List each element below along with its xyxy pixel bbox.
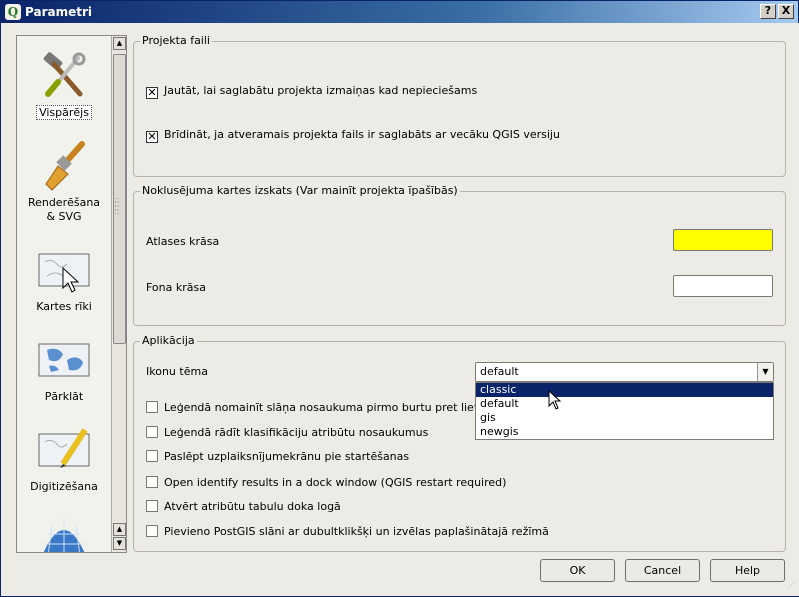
warn-older-version-checkbox[interactable]: ✕ Brīdināt, ja atveramais projekta fails … — [146, 128, 560, 144]
background-color-button[interactable] — [673, 275, 773, 297]
checkbox-label: Leģendā rādīt klasifikāciju atribūtu nos… — [164, 426, 429, 439]
dialog-content: Vispārējs Renderēšana & SVG Kartes rīki … — [2, 23, 799, 596]
attribute-table-dock-checkbox[interactable]: Atvērt atribūtu tabulu doka logā — [146, 500, 341, 516]
checkbox-label: Atvērt atribūtu tabulu doka logā — [164, 500, 341, 513]
scroll-up-button[interactable]: ▲ — [113, 37, 126, 50]
icon-theme-label: Ikonu tēma — [146, 365, 208, 378]
sidebar-item-general[interactable]: Vispārējs — [17, 50, 111, 120]
checkbox[interactable] — [146, 401, 158, 413]
hide-splash-checkbox[interactable]: Paslēpt uzplaiksnījumekrānu pie startēša… — [146, 450, 409, 466]
checkbox-label: Pievieno PostGIS slāni ar dubultklikšķi … — [164, 525, 549, 538]
checkbox-label: Jautāt, lai saglabātu projekta izmaiņas … — [164, 84, 478, 97]
category-panel: Vispārējs Renderēšana & SVG Kartes rīki … — [16, 35, 127, 553]
selection-color-label: Atlases krāsa — [146, 235, 220, 248]
sidebar-item-label: Vispārējs — [36, 105, 92, 120]
checkbox-label: Open identify results in a dock window (… — [164, 476, 507, 489]
sidebar-item-digitizing[interactable]: Digitizēšana — [17, 424, 111, 494]
project-files-group: Projekta faili ✕ Jautāt, lai saglabātu pr… — [133, 34, 786, 177]
postgis-doubleclick-checkbox[interactable]: Pievieno PostGIS slāni ar dubultklikšķi … — [146, 525, 549, 541]
icon-theme-dropdown[interactable]: classic default gis newgis — [475, 382, 774, 440]
checkbox[interactable] — [146, 476, 158, 488]
preferences-window: Q Parametri ? X Vispārējs Renderēšana & … — [0, 0, 799, 597]
scroll-up-small-button[interactable]: ▲ — [113, 523, 126, 536]
sidebar-item-label: Pārklāt — [44, 390, 84, 403]
sidebar-item-rendering[interactable]: Renderēšana & SVG — [17, 140, 111, 224]
paintbrush-icon — [45, 141, 85, 191]
checkbox-checked[interactable]: ✕ — [146, 87, 158, 99]
checkbox-checked[interactable]: ✕ — [146, 131, 158, 143]
map-overlay-icon — [38, 343, 90, 377]
window-title: Parametri — [25, 5, 92, 19]
mouse-pointer-icon — [548, 390, 562, 410]
theme-option-newgis[interactable]: newgis — [476, 425, 773, 439]
title-bar[interactable]: Q Parametri ? X — [1, 1, 798, 23]
application-group: Aplikācija Ikonu tēma default ▼ classic … — [133, 334, 786, 552]
theme-option-gis[interactable]: gis — [476, 411, 773, 425]
icon-theme-value: default — [480, 365, 519, 378]
chevron-down-icon[interactable]: ▼ — [757, 363, 773, 381]
help-button[interactable]: Help — [710, 559, 785, 582]
checkbox-label: Leģendā nomainīt slāņa nosaukuma pirmo b… — [164, 401, 519, 414]
help-title-button[interactable]: ? — [760, 4, 776, 19]
close-title-button[interactable]: X — [778, 4, 794, 19]
checkbox-label: Brīdināt, ja atveramais projekta fails i… — [164, 128, 560, 141]
sidebar-item-projection[interactable] — [17, 516, 111, 552]
sidebar-item-label: Digitizēšana — [30, 480, 98, 493]
checkbox[interactable] — [146, 450, 158, 462]
category-scrollbar[interactable]: ▲ ▲ ▼ — [111, 36, 126, 552]
background-color-label: Fona krāsa — [146, 281, 206, 294]
resize-grip-icon[interactable]: ⋰ — [787, 582, 797, 594]
sidebar-item-map-tools[interactable]: Kartes rīki — [17, 244, 111, 314]
icon-theme-select[interactable]: default ▼ — [475, 362, 774, 382]
group-title: Projekta faili — [140, 34, 212, 47]
globe-grid-icon — [43, 518, 85, 552]
checkbox[interactable] — [146, 426, 158, 438]
map-defaults-group: Noklusējuma kartes izskats (Var mainīt p… — [133, 184, 786, 326]
prompt-save-checkbox[interactable]: ✕ Jautāt, lai saglabātu projekta izmaiņas… — [146, 84, 477, 100]
cancel-button[interactable]: Cancel — [625, 559, 700, 582]
capitalize-layer-name-checkbox[interactable]: Leģendā nomainīt slāņa nosaukuma pirmo b… — [146, 401, 518, 417]
map-pencil-icon — [38, 428, 90, 468]
theme-option-default[interactable]: default — [476, 397, 773, 411]
theme-option-classic[interactable]: classic — [476, 383, 773, 397]
checkbox-label: Paslēpt uzplaiksnījumekrānu pie startēša… — [164, 450, 410, 463]
sidebar-item-label: Kartes rīki — [36, 300, 92, 313]
group-title: Noklusējuma kartes izskats (Var mainīt p… — [140, 184, 460, 197]
checkbox[interactable] — [146, 525, 158, 537]
tools-icon — [43, 52, 86, 97]
show-classification-attr-checkbox[interactable]: Leģendā rādīt klasifikāciju atribūtu nos… — [146, 426, 428, 442]
map-cursor-icon — [38, 253, 90, 293]
selection-color-button[interactable] — [673, 229, 773, 251]
scroll-down-button[interactable]: ▼ — [113, 537, 126, 550]
ok-button[interactable]: OK — [540, 559, 615, 582]
sidebar-item-overlay[interactable]: Pārklāt — [17, 334, 111, 404]
sidebar-item-label: Renderēšana & SVG — [27, 196, 101, 223]
identify-dock-checkbox[interactable]: Open identify results in a dock window (… — [146, 476, 506, 492]
group-title: Aplikācija — [140, 334, 197, 347]
splitter-handle[interactable]: :::::::: — [114, 196, 124, 218]
category-list: Vispārējs Renderēšana & SVG Kartes rīki … — [17, 36, 111, 552]
checkbox[interactable] — [146, 500, 158, 512]
qgis-app-icon: Q — [5, 4, 21, 20]
